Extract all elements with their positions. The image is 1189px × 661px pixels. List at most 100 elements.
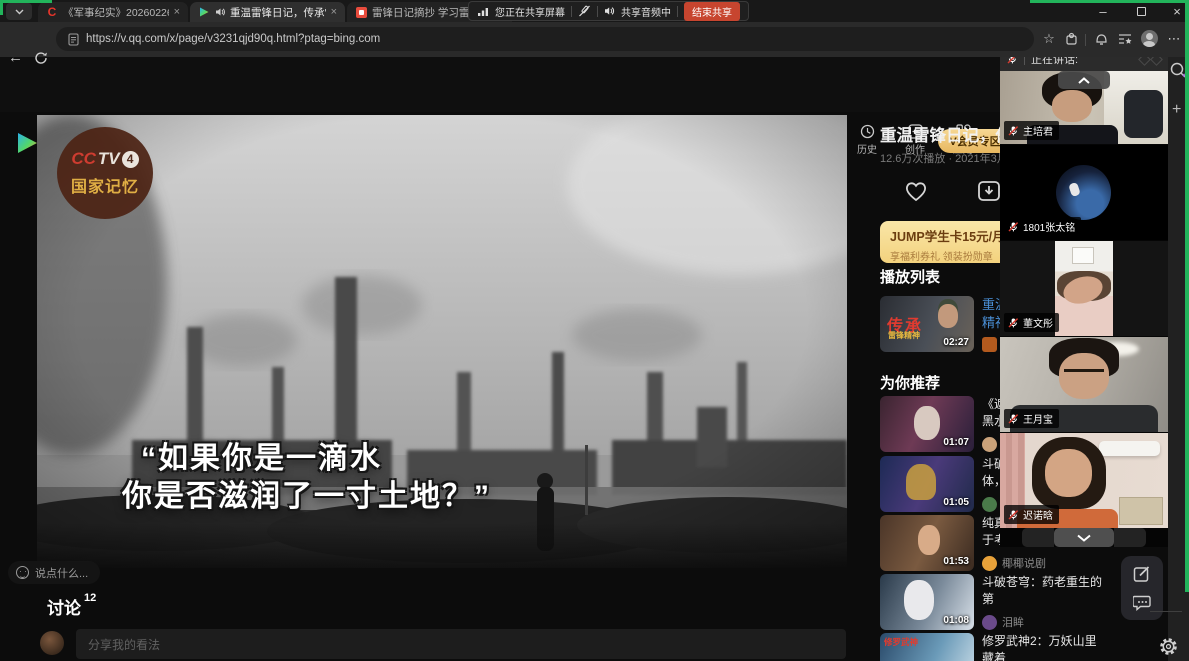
participant-name-tag: 主培君 [1004, 121, 1059, 140]
doc-site-favicon [355, 6, 367, 18]
recommend-thumbnail[interactable]: 01:08 [880, 574, 974, 630]
share-border-left [0, 0, 3, 15]
channel-avatar [982, 497, 997, 512]
tab-search-button[interactable] [6, 3, 32, 20]
discussion-count: 12 [84, 592, 96, 604]
video-player[interactable]: CCTV 4 国家记忆 “如果你是一滴水 你是否滋润了一寸土地？” [37, 115, 847, 568]
playlist-thumbnail[interactable]: 传承 雷锋精神 02:27 [880, 296, 974, 352]
extensions-icon[interactable] [1063, 30, 1081, 48]
notification-bell-icon[interactable] [1092, 30, 1110, 48]
screen-share-toolbar: 您正在共享屏幕 共享音频中 结束共享 [468, 1, 749, 21]
scroll-down-button[interactable] [1054, 528, 1114, 547]
mic-muted-icon [1008, 222, 1019, 232]
video-subtitle-line2: 你是否滋润了一寸土地？” [122, 471, 491, 515]
participant-tile[interactable]: 董文彤 [1000, 241, 1168, 336]
browser-tab-leifeng-video[interactable]: 重温雷锋日记，传承雷锋精神 × [190, 2, 345, 22]
channel-row[interactable]: 椰椰说剧 [982, 555, 1102, 571]
channel-avatar [982, 337, 997, 352]
window-restore-button[interactable] [1130, 2, 1152, 20]
danmaku-input[interactable]: 说点什么... [8, 561, 100, 584]
window-minimize-button[interactable]: – [1092, 2, 1114, 20]
browser-tab-military-doc[interactable]: C 《军事纪实》20260226 陆军先锋 × [38, 2, 188, 22]
refresh-button[interactable] [34, 51, 48, 65]
channel-avatar [982, 437, 997, 452]
browser-toolbar: ← https://v.qq.com/x/page/v3231qjd90q.ht… [0, 22, 1189, 57]
user-avatar[interactable] [40, 631, 64, 655]
browser-menu-icon[interactable]: ⋯ [1165, 30, 1183, 48]
recommend-item[interactable]: 修罗武神 修罗武神2：万妖山里藏着 啥秘密，楚枫为啥非要… [880, 633, 1102, 661]
channel-row[interactable]: 泪眸 [982, 614, 1102, 630]
clock-icon [860, 124, 875, 139]
recommend-title[interactable]: 修罗武神2：万妖山里藏着 啥秘密，楚枫为啥非要… [982, 633, 1102, 661]
recommend-thumbnail[interactable]: 01:05 [880, 456, 974, 512]
chevron-down-icon [1077, 534, 1091, 542]
comment-input[interactable]: 分享我的看法 [76, 629, 846, 659]
channel-name: 椰椰说剧 [1002, 555, 1046, 571]
participant-name-tag: 1801张太铭 [1004, 217, 1081, 236]
participant-tile[interactable]: 1801张太铭 [1000, 145, 1168, 240]
participant-name-tag: 王月宝 [1004, 409, 1059, 428]
duration-badge: 01:53 [943, 556, 969, 567]
cctv-favicon: C [46, 6, 58, 18]
back-button[interactable]: ← [8, 49, 23, 66]
like-heart-button[interactable] [903, 179, 929, 203]
recommend-item[interactable]: 01:08 斗破苍穹：药老重生的第 一战究竟有多狂呢？抬… 泪眸 [880, 574, 1102, 630]
download-button[interactable] [976, 179, 1002, 203]
restore-icon [1137, 7, 1146, 16]
browser-tab-strip: C 《军事纪实》20260226 陆军先锋 × 重温雷锋日记，传承雷锋精神 × … [0, 0, 1189, 22]
participant-name-tag: 迟诺晗 [1004, 505, 1059, 524]
danmaku-placeholder: 说点什么... [35, 565, 88, 581]
promo-line2: 享福利券礼 领装扮勋章 [890, 248, 1000, 263]
profile-avatar[interactable] [1140, 29, 1158, 47]
meeting-panel: 正在讲话: 主培君 1801张太铭 董文彤 [1000, 47, 1168, 547]
cctv4-watermark: CCTV 4 国家记忆 [57, 127, 153, 219]
url-text: https://v.qq.com/x/page/v3231qjd90q.html… [86, 33, 380, 45]
tab-close-icon[interactable]: × [331, 6, 337, 18]
end-share-button[interactable]: 结束共享 [684, 2, 740, 21]
channel-avatar [982, 556, 997, 571]
chevron-down-icon [15, 9, 24, 15]
annotation-edit-icon[interactable] [1133, 565, 1151, 583]
playlist-heading: 播放列表 [880, 266, 940, 287]
mic-muted-icon [1008, 510, 1019, 520]
mic-muted-icon [1008, 414, 1019, 424]
participant-tile[interactable]: 王月宝 [1000, 337, 1168, 432]
participant-name-tag: 董文彤 [1004, 313, 1059, 332]
sidebar-add-icon[interactable]: + [1172, 101, 1181, 119]
promo-line1: JUMP学生卡15元/月 [890, 226, 1000, 245]
channel-name: 泪眸 [1002, 614, 1024, 630]
audio-share-label: 共享音频中 [621, 4, 671, 19]
address-bar[interactable]: https://v.qq.com/x/page/v3231qjd90q.html… [56, 27, 1034, 51]
mic-muted-icon [1008, 318, 1019, 328]
duration-badge: 01:07 [943, 437, 969, 448]
tab-title: 重温雷锋日记，传承雷锋精神 [230, 5, 326, 20]
collections-icon[interactable] [1116, 30, 1134, 48]
watermark-subtitle: 国家记忆 [71, 173, 139, 197]
shared-screen: C 《军事纪实》20260226 陆军先锋 × 重温雷锋日记，传承雷锋精神 × … [0, 0, 1189, 661]
quick-history[interactable]: 历史 [850, 124, 884, 156]
tab-title: 《军事纪实》20260226 陆军先锋 [63, 5, 169, 20]
annotate-pen-icon[interactable] [578, 5, 591, 17]
participant-tile[interactable]: 迟诺晗 [1000, 433, 1168, 528]
duration-badge: 01:08 [943, 615, 969, 626]
signal-bars-icon [477, 6, 489, 17]
duration-badge: 01:05 [943, 497, 969, 508]
speaker-icon [604, 6, 615, 16]
recommend-thumbnail[interactable]: 修罗武神 [880, 633, 974, 661]
collapse-up-button[interactable] [1058, 71, 1110, 89]
settings-gear-icon[interactable] [1158, 636, 1179, 657]
duration-badge: 02:27 [943, 337, 969, 348]
recommend-heading: 为你推荐 [880, 372, 940, 393]
sharing-status-label: 您正在共享屏幕 [495, 4, 565, 19]
page-security-icon [68, 33, 79, 46]
recommend-thumbnail[interactable]: 01:07 [880, 396, 974, 452]
recommend-thumbnail[interactable]: 01:53 [880, 515, 974, 571]
favorite-star-icon[interactable]: ☆ [1040, 30, 1058, 48]
promo-banner[interactable]: JUMP学生卡15元/月 享福利券礼 领装扮勋章 [880, 221, 1010, 263]
chat-bubble-icon[interactable] [1133, 595, 1151, 611]
tab-close-icon[interactable]: × [174, 6, 180, 18]
recommend-title[interactable]: 斗破苍穹：药老重生的第 一战究竟有多狂呢？抬… [982, 574, 1102, 608]
share-border-top [1030, 0, 1189, 3]
chevron-up-icon [1078, 77, 1090, 84]
channel-avatar [982, 615, 997, 630]
